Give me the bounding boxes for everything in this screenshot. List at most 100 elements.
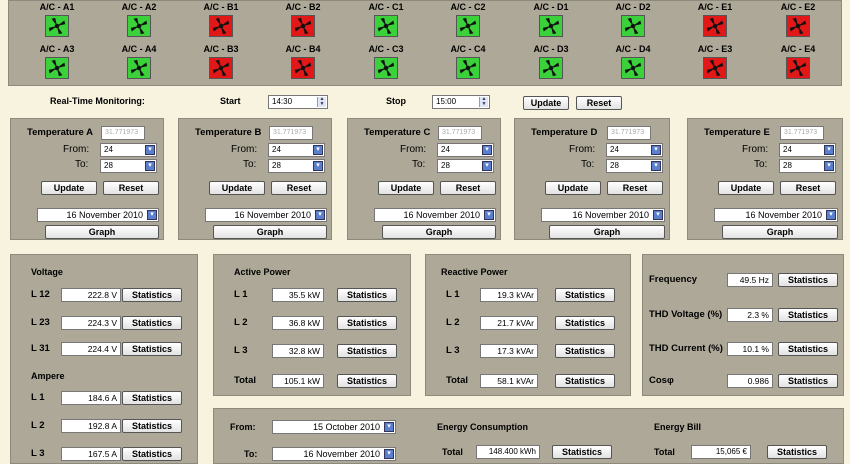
fan-icon[interactable] bbox=[621, 57, 645, 79]
fan-icon[interactable] bbox=[703, 15, 727, 37]
fan-icon[interactable] bbox=[127, 57, 151, 79]
graph-button[interactable]: Graph bbox=[45, 225, 159, 239]
statistics-button[interactable]: Statistics bbox=[122, 447, 182, 461]
chevron-down-icon[interactable]: ▾ bbox=[824, 145, 834, 155]
chevron-down-icon[interactable]: ▾ bbox=[315, 210, 325, 220]
from-select[interactable]: 24 ▾ bbox=[437, 143, 494, 157]
date-select[interactable]: 16 November 2010 ▾ bbox=[541, 208, 665, 222]
temperature-update-button[interactable]: Update bbox=[378, 181, 434, 195]
energy-from-date[interactable]: 15 October 2010 ▾ bbox=[272, 420, 396, 434]
fan-icon[interactable] bbox=[539, 57, 563, 79]
ac-unit[interactable]: A/C - D1 bbox=[521, 1, 581, 37]
fan-icon[interactable] bbox=[209, 57, 233, 79]
graph-button[interactable]: Graph bbox=[549, 225, 665, 239]
statistics-button[interactable]: Statistics bbox=[778, 374, 838, 388]
temperature-update-button[interactable]: Update bbox=[718, 181, 774, 195]
monitoring-update-button[interactable]: Update bbox=[523, 96, 569, 110]
statistics-button[interactable]: Statistics bbox=[778, 308, 838, 322]
temperature-update-button[interactable]: Update bbox=[209, 181, 265, 195]
fan-icon[interactable] bbox=[291, 57, 315, 79]
fan-icon[interactable] bbox=[45, 15, 69, 37]
statistics-button[interactable]: Statistics bbox=[337, 288, 397, 302]
chevron-down-icon[interactable]: ▾ bbox=[384, 422, 394, 432]
chevron-down-icon[interactable]: ▾ bbox=[313, 145, 323, 155]
chevron-down-icon[interactable]: ▾ bbox=[313, 161, 323, 171]
monitoring-reset-button[interactable]: Reset bbox=[576, 96, 622, 110]
statistics-button[interactable]: Statistics bbox=[122, 391, 182, 405]
fan-icon[interactable] bbox=[456, 57, 480, 79]
date-select[interactable]: 16 November 2010 ▾ bbox=[374, 208, 496, 222]
consumption-statistics-button[interactable]: Statistics bbox=[552, 445, 612, 459]
chevron-down-icon[interactable]: ▾ bbox=[384, 449, 394, 459]
chevron-down-icon[interactable]: ▾ bbox=[826, 210, 836, 220]
fan-icon[interactable] bbox=[786, 57, 810, 79]
fan-icon[interactable] bbox=[291, 15, 315, 37]
fan-icon[interactable] bbox=[127, 15, 151, 37]
fan-icon[interactable] bbox=[209, 15, 233, 37]
chevron-down-icon[interactable]: ▾ bbox=[484, 210, 494, 220]
from-select[interactable]: 24 ▾ bbox=[606, 143, 663, 157]
chevron-down-icon[interactable]: ▾ bbox=[651, 161, 661, 171]
temperature-reset-button[interactable]: Reset bbox=[271, 181, 327, 195]
statistics-button[interactable]: Statistics bbox=[337, 316, 397, 330]
statistics-button[interactable]: Statistics bbox=[555, 374, 615, 388]
ac-unit[interactable]: A/C - D3 bbox=[521, 43, 581, 79]
temperature-reset-button[interactable]: Reset bbox=[780, 181, 836, 195]
temperature-reset-button[interactable]: Reset bbox=[440, 181, 496, 195]
ac-unit[interactable]: A/C - C2 bbox=[438, 1, 498, 37]
statistics-button[interactable]: Statistics bbox=[555, 288, 615, 302]
ac-unit[interactable]: A/C - E4 bbox=[768, 43, 828, 79]
date-select[interactable]: 16 November 2010 ▾ bbox=[714, 208, 838, 222]
chevron-down-icon[interactable]: ▾ bbox=[824, 161, 834, 171]
fan-icon[interactable] bbox=[456, 15, 480, 37]
statistics-button[interactable]: Statistics bbox=[122, 342, 182, 356]
chevron-down-icon[interactable]: ▾ bbox=[147, 210, 157, 220]
ac-unit[interactable]: A/C - A4 bbox=[109, 43, 169, 79]
chevron-down-icon[interactable]: ▾ bbox=[145, 161, 155, 171]
date-select[interactable]: 16 November 2010 ▾ bbox=[37, 208, 159, 222]
start-time-input[interactable]: 14:30 ▲ ▼ bbox=[268, 95, 328, 109]
ac-unit[interactable]: A/C - B1 bbox=[191, 1, 251, 37]
fan-icon[interactable] bbox=[374, 57, 398, 79]
graph-button[interactable]: Graph bbox=[382, 225, 496, 239]
ac-unit[interactable]: A/C - D4 bbox=[603, 43, 663, 79]
ac-unit[interactable]: A/C - A3 bbox=[27, 43, 87, 79]
to-select[interactable]: 28 ▾ bbox=[268, 159, 325, 173]
chevron-down-icon[interactable]: ▾ bbox=[651, 145, 661, 155]
ac-unit[interactable]: A/C - B3 bbox=[191, 43, 251, 79]
temperature-reset-button[interactable]: Reset bbox=[607, 181, 663, 195]
to-select[interactable]: 28 ▾ bbox=[779, 159, 836, 173]
ac-unit[interactable]: A/C - B4 bbox=[273, 43, 333, 79]
stop-time-input[interactable]: 15:00 ▲ ▼ bbox=[432, 95, 490, 109]
statistics-button[interactable]: Statistics bbox=[122, 419, 182, 433]
energy-to-date[interactable]: 16 November 2010 ▾ bbox=[272, 447, 396, 461]
statistics-button[interactable]: Statistics bbox=[337, 374, 397, 388]
temperature-update-button[interactable]: Update bbox=[41, 181, 97, 195]
ac-unit[interactable]: A/C - E2 bbox=[768, 1, 828, 37]
chevron-down-icon[interactable]: ▾ bbox=[653, 210, 663, 220]
date-select[interactable]: 16 November 2010 ▾ bbox=[205, 208, 327, 222]
statistics-button[interactable]: Statistics bbox=[778, 342, 838, 356]
fan-icon[interactable] bbox=[621, 15, 645, 37]
ac-unit[interactable]: A/C - C1 bbox=[356, 1, 416, 37]
ac-unit[interactable]: A/C - A2 bbox=[109, 1, 169, 37]
chevron-down-icon[interactable]: ▾ bbox=[145, 145, 155, 155]
to-select[interactable]: 28 ▾ bbox=[606, 159, 663, 173]
chevron-down-icon[interactable]: ▾ bbox=[482, 161, 492, 171]
to-select[interactable]: 28 ▾ bbox=[100, 159, 157, 173]
ac-unit[interactable]: A/C - D2 bbox=[603, 1, 663, 37]
from-select[interactable]: 24 ▾ bbox=[100, 143, 157, 157]
statistics-button[interactable]: Statistics bbox=[122, 288, 182, 302]
temperature-update-button[interactable]: Update bbox=[545, 181, 601, 195]
ac-unit[interactable]: A/C - C4 bbox=[438, 43, 498, 79]
temperature-reset-button[interactable]: Reset bbox=[103, 181, 159, 195]
ac-unit[interactable]: A/C - C3 bbox=[356, 43, 416, 79]
fan-icon[interactable] bbox=[703, 57, 727, 79]
from-select[interactable]: 24 ▾ bbox=[779, 143, 836, 157]
statistics-button[interactable]: Statistics bbox=[337, 344, 397, 358]
spinner-icon[interactable]: ▲ ▼ bbox=[479, 97, 488, 107]
bill-statistics-button[interactable]: Statistics bbox=[767, 445, 827, 459]
ac-unit[interactable]: A/C - E3 bbox=[685, 43, 745, 79]
fan-icon[interactable] bbox=[45, 57, 69, 79]
graph-button[interactable]: Graph bbox=[213, 225, 327, 239]
